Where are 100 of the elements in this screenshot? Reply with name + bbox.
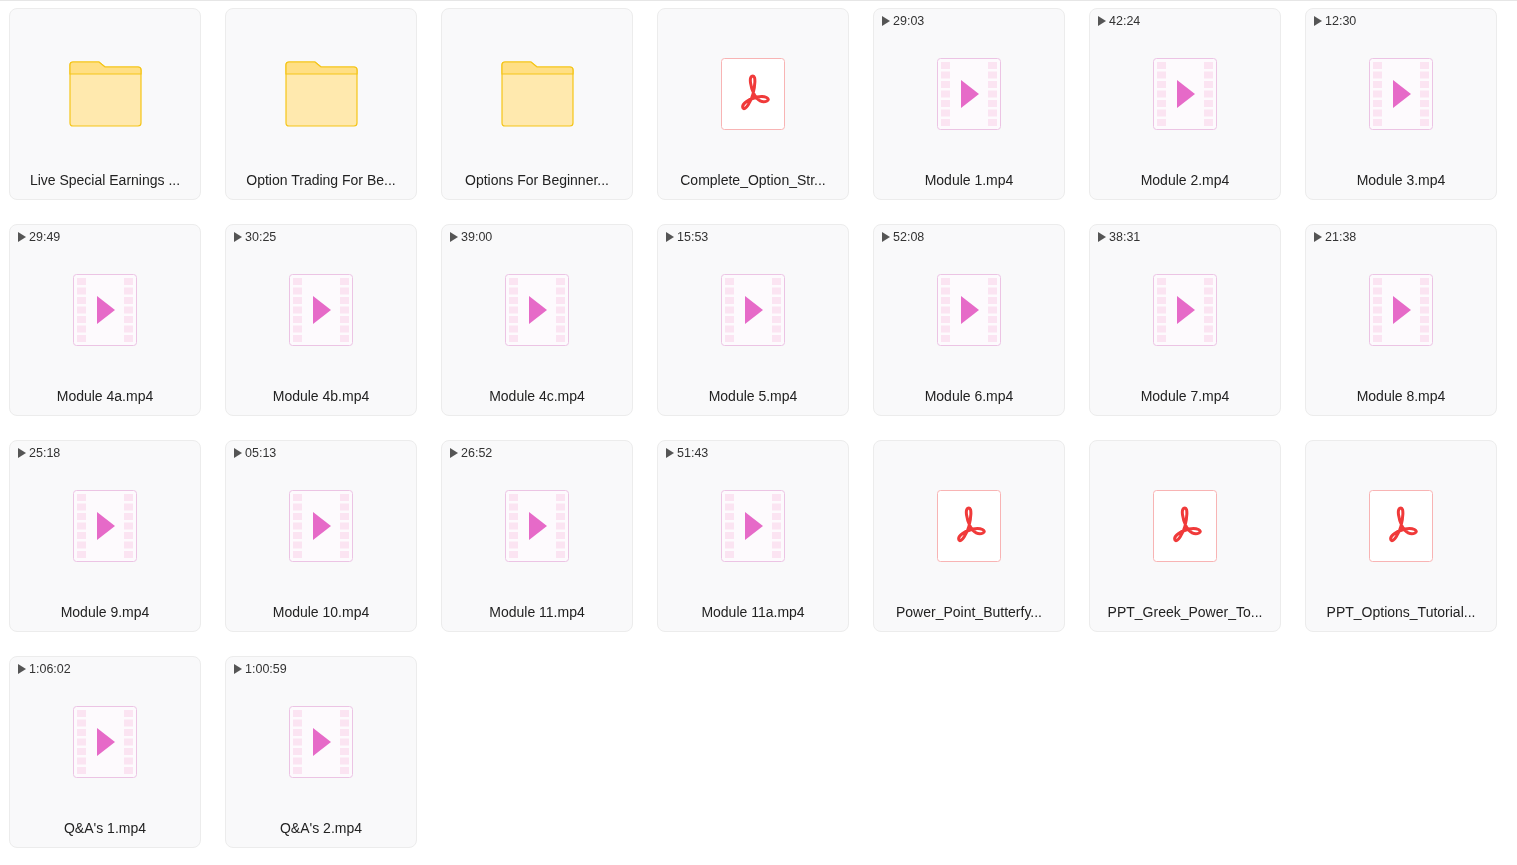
video-file-icon: [937, 58, 1001, 130]
video-file-icon: [1153, 274, 1217, 346]
play-icon: [1098, 16, 1106, 26]
file-card[interactable]: 42:24 Module 2.mp4: [1089, 8, 1281, 200]
file-name: Module 10.mp4: [272, 604, 370, 620]
video-file-icon: [505, 274, 569, 346]
file-name: Q&A's 2.mp4: [279, 820, 362, 836]
play-icon: [882, 232, 890, 242]
pdf-icon: [1369, 490, 1433, 562]
pdf-icon: [937, 490, 1001, 562]
duration-text: 29:49: [29, 230, 61, 244]
file-card[interactable]: 21:38 Module 8.mp4: [1305, 224, 1497, 416]
video-file-icon: [73, 490, 137, 562]
play-icon: [234, 448, 242, 458]
file-card[interactable]: 38:31 Module 7.mp4: [1089, 224, 1281, 416]
duration-text: 52:08: [893, 230, 925, 244]
file-name: PPT_Options_Tutorial...: [1326, 604, 1476, 620]
file-name: Module 7.mp4: [1140, 388, 1230, 404]
file-name: Power_Point_Butterfy...: [895, 604, 1042, 620]
file-card[interactable]: 29:03 Module 1.mp4: [873, 8, 1065, 200]
file-card[interactable]: PPT_Greek_Power_To...: [1089, 440, 1281, 632]
duration-text: 29:03: [893, 14, 925, 28]
play-icon: [18, 664, 26, 674]
duration-text: 51:43: [677, 446, 709, 460]
file-name: Module 4c.mp4: [489, 388, 585, 404]
file-card[interactable]: Option Trading For Be...: [225, 8, 417, 200]
file-name: Q&A's 1.mp4: [63, 820, 146, 836]
file-card[interactable]: 52:08 Module 6.mp4: [873, 224, 1065, 416]
file-name: Module 1.mp4: [924, 172, 1014, 188]
pdf-icon: [721, 58, 785, 130]
play-icon: [450, 232, 458, 242]
play-icon: [1098, 232, 1106, 242]
video-file-icon: [721, 274, 785, 346]
duration-text: 26:52: [461, 446, 493, 460]
file-card[interactable]: 05:13 Module 10.mp4: [225, 440, 417, 632]
video-file-icon: [289, 490, 353, 562]
file-card[interactable]: 29:49 Module 4a.mp4: [9, 224, 201, 416]
play-icon: [1314, 232, 1322, 242]
file-name: Live Special Earnings ...: [29, 172, 181, 188]
duration-text: 38:31: [1109, 230, 1141, 244]
file-name: Module 4b.mp4: [272, 388, 370, 404]
file-card[interactable]: 15:53 Module 5.mp4: [657, 224, 849, 416]
file-card[interactable]: 51:43 Module 11a.mp4: [657, 440, 849, 632]
folder-icon: [284, 61, 358, 127]
duration-text: 25:18: [29, 446, 61, 460]
duration-text: 39:00: [461, 230, 493, 244]
play-icon: [666, 448, 674, 458]
duration-text: 12:30: [1325, 14, 1357, 28]
video-file-icon: [721, 490, 785, 562]
file-name: Module 2.mp4: [1140, 172, 1230, 188]
duration-text: 1:00:59: [245, 662, 287, 676]
file-name: Option Trading For Be...: [246, 172, 396, 188]
file-card[interactable]: Options For Beginner...: [441, 8, 633, 200]
file-card[interactable]: 25:18 Module 9.mp4: [9, 440, 201, 632]
file-card[interactable]: Complete_Option_Str...: [657, 8, 849, 200]
file-name: Module 6.mp4: [924, 388, 1014, 404]
file-name: Module 9.mp4: [60, 604, 150, 620]
play-icon: [450, 448, 458, 458]
file-name: PPT_Greek_Power_To...: [1107, 604, 1263, 620]
video-file-icon: [73, 274, 137, 346]
play-icon: [234, 664, 242, 674]
file-name: Options For Beginner...: [465, 172, 609, 188]
duration-text: 30:25: [245, 230, 277, 244]
file-card[interactable]: PPT_Options_Tutorial...: [1305, 440, 1497, 632]
video-file-icon: [289, 706, 353, 778]
video-file-icon: [1369, 274, 1433, 346]
file-card[interactable]: Live Special Earnings ...: [9, 8, 201, 200]
file-name: Module 5.mp4: [708, 388, 798, 404]
play-icon: [234, 232, 242, 242]
video-file-icon: [505, 490, 569, 562]
play-icon: [882, 16, 890, 26]
file-card[interactable]: 12:30 Module 3.mp4: [1305, 8, 1497, 200]
duration-text: 42:24: [1109, 14, 1141, 28]
duration-text: 1:06:02: [29, 662, 71, 676]
pdf-icon: [1153, 490, 1217, 562]
folder-icon: [500, 61, 574, 127]
play-icon: [1314, 16, 1322, 26]
file-card[interactable]: 39:00 Module 4c.mp4: [441, 224, 633, 416]
duration-text: 21:38: [1325, 230, 1357, 244]
file-name: Module 11a.mp4: [701, 604, 805, 620]
folder-icon: [68, 61, 142, 127]
video-file-icon: [1369, 58, 1433, 130]
video-file-icon: [937, 274, 1001, 346]
file-card[interactable]: Power_Point_Butterfy...: [873, 440, 1065, 632]
file-name: Module 11.mp4: [489, 604, 585, 620]
duration-text: 15:53: [677, 230, 709, 244]
video-file-icon: [289, 274, 353, 346]
file-card[interactable]: 30:25 Module 4b.mp4: [225, 224, 417, 416]
video-file-icon: [73, 706, 137, 778]
video-file-icon: [1153, 58, 1217, 130]
duration-text: 05:13: [245, 446, 277, 460]
play-icon: [18, 448, 26, 458]
file-card[interactable]: 26:52 Module 11.mp4: [441, 440, 633, 632]
file-card[interactable]: 1:00:59 Q&A's 2.mp4: [225, 656, 417, 848]
play-icon: [18, 232, 26, 242]
file-name: Complete_Option_Str...: [680, 172, 826, 188]
file-name: Module 8.mp4: [1356, 388, 1446, 404]
play-icon: [666, 232, 674, 242]
file-card[interactable]: 1:06:02 Q&A's 1.mp4: [9, 656, 201, 848]
file-name: Module 4a.mp4: [56, 388, 154, 404]
